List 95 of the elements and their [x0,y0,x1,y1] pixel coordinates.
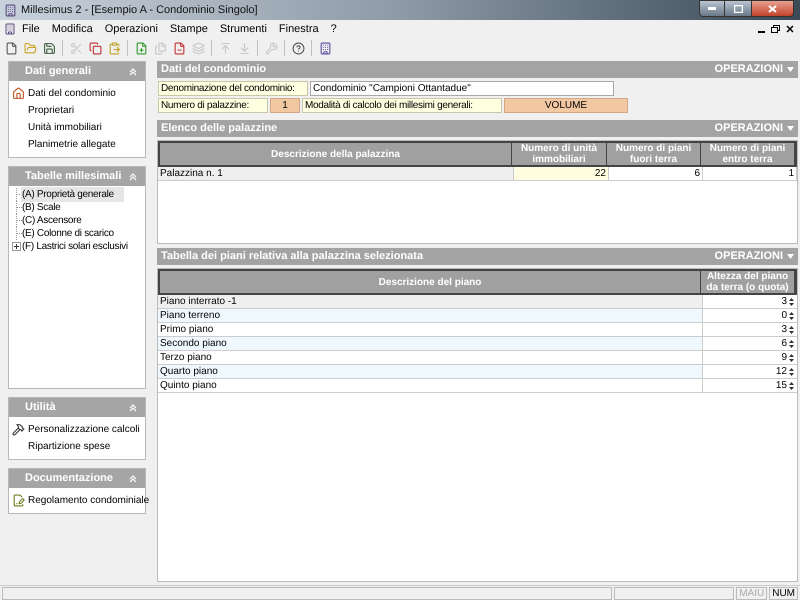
spinner-arrows-icon[interactable] [789,368,794,376]
building-icon [318,42,332,54]
close-icon [768,4,777,12]
building-count-field[interactable]: 1 [270,98,300,113]
add-file-icon [134,42,148,54]
sidebar-link[interactable]: Dati del condominio [28,86,116,101]
sidebar-link[interactable]: Regolamento condominiale [28,493,150,508]
status-indicator: MAIU [736,586,768,600]
restore-icon[interactable] [771,25,780,33]
table-row[interactable]: Secondo piano 6 [158,337,797,351]
condominium-name-field[interactable]: Condominio "Campioni Ottantadue" [310,81,614,96]
menu-item[interactable]: File [16,20,46,38]
minimize-button[interactable] [699,0,725,17]
menu-item[interactable]: Strumenti [214,20,273,38]
toolbar-button[interactable] [41,40,57,56]
menu-item[interactable]: Modifica [46,20,99,38]
minimize-icon [708,7,716,10]
dropdown-triangle-icon [787,67,794,72]
table-cell: 22 [514,167,609,180]
tree-item[interactable]: (B) Scale [21,200,70,215]
panel-title: Tabelle millesimali [25,169,122,184]
app-icon [4,4,17,16]
arrow-bottom-icon [238,42,250,54]
spinner-field[interactable]: 3 [781,322,787,337]
tree-item[interactable]: (F) Lastrici solari esclusivi [21,239,138,254]
document-pen-icon [12,494,25,507]
menu-item[interactable]: Stampe [164,20,214,38]
expand-plus-icon[interactable] [12,242,21,251]
table-row[interactable]: Terzo piano 9 [158,351,797,365]
tools-icon [12,423,25,436]
save-icon [42,42,56,54]
open-folder-icon [24,42,36,54]
arrow-top-icon [218,42,232,54]
section-title: Tabella dei piani relativa alla palazzina selezionata [161,249,424,264]
house-icon [12,87,25,100]
toolbar-button[interactable] [290,40,306,56]
maximize-icon [734,4,742,12]
close-button[interactable] [751,0,794,17]
spinner-field[interactable]: 9 [781,350,787,365]
table-cell: 1 [703,167,797,180]
table-row[interactable]: Piano interrato -1 3 [158,295,797,309]
table-row[interactable]: Palazzina n. 1 22 6 1 [158,167,797,181]
help-icon [292,42,304,54]
paste-icon [108,42,120,54]
tree-item[interactable]: (A) Proprietà generale [21,187,124,202]
sidebar-link[interactable]: Unità immobiliari [28,120,102,135]
close-icon[interactable] [786,25,794,33]
spinner-arrows-icon[interactable] [789,298,794,306]
table-cell: 6 [609,167,703,180]
spinner-arrows-icon[interactable] [789,340,794,348]
calculation-mode-field[interactable]: VOLUME [504,98,628,113]
spinner-arrows-icon[interactable] [789,312,794,320]
spinner-arrows-icon[interactable] [789,326,794,334]
menu-item[interactable]: Finestra [272,20,325,38]
document-icon [4,23,16,35]
wrench-icon [264,42,278,54]
panel-title: Dati generali [25,64,92,80]
panel-title: Documentazione [25,471,114,486]
spinner-field[interactable]: 0 [781,308,787,323]
sidebar-link[interactable]: Ripartizione spese [28,439,110,454]
section-title: Dati del condominio [161,62,266,78]
spinner-field[interactable]: 15 [776,378,787,393]
field-label: Modalità di calcolo dei millesimi generali: [302,98,502,113]
remove-file-icon [172,42,186,54]
spinner-field[interactable]: 12 [776,364,787,379]
section-title: Elenco delle palazzine [161,121,278,136]
sidebar-link[interactable]: Proprietari [28,103,74,118]
table-row[interactable]: Quarto piano 12 [158,365,797,379]
status-indicator: NUM [769,586,798,600]
sidebar-link[interactable]: Personalizzazione calcoli [28,422,140,437]
window-title: Millesimus 2 - [Esempio A - Condominio Singolo] [21,2,258,18]
field-label: Denominazione del condominio: [158,81,308,96]
maximize-button[interactable] [725,0,751,17]
table-row[interactable]: Piano terreno 0 [158,309,797,323]
spinner-field[interactable]: 3 [781,294,787,309]
tree-item[interactable]: (E) Colonne di scarico [21,226,124,241]
spinner-arrows-icon[interactable] [789,382,794,390]
table-row[interactable]: Primo piano 3 [158,323,797,337]
field-label: Numero di palazzine: [158,98,268,113]
panel-title: Utilità [25,400,56,416]
menu-item[interactable]: Operazioni [98,20,164,38]
tree-item[interactable]: (C) Ascensore [21,213,92,228]
copy-files-icon [154,42,166,54]
dropdown-triangle-icon [787,126,794,131]
toolbar-button[interactable] [87,40,103,56]
dropdown-triangle-icon [787,254,794,259]
menu-item[interactable]: ? [324,20,343,38]
copy-icon [88,42,102,54]
sidebar-link[interactable]: Planimetrie allegate [28,137,116,152]
spinner-field[interactable]: 6 [781,336,787,351]
table-row[interactable]: Quinto piano 15 [158,379,797,393]
pages-icon [192,42,204,54]
scissors-icon [70,42,82,54]
spinner-arrows-icon[interactable] [789,354,794,362]
new-file-icon [4,42,18,54]
